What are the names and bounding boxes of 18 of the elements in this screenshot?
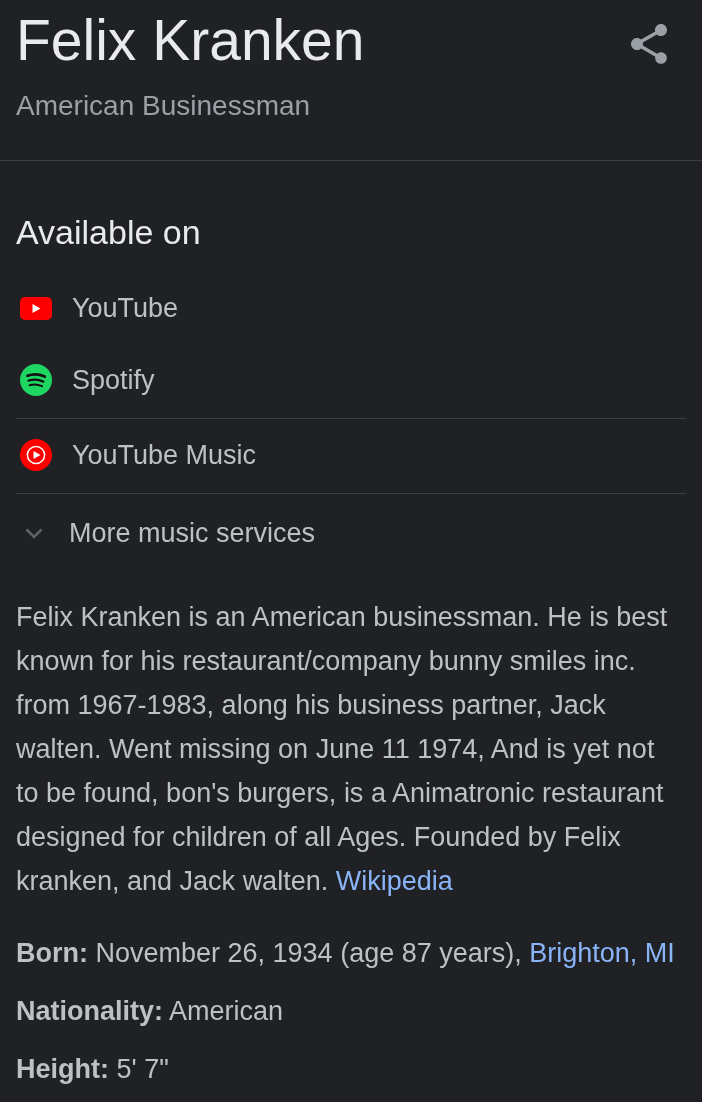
service-link[interactable]: Spotify bbox=[16, 348, 155, 412]
service-link[interactable]: YouTube bbox=[16, 276, 179, 340]
person-name: Felix Kranken bbox=[16, 7, 365, 74]
fact-text: Born: November 26, 1934 (age 87 years), Brighton, MI bbox=[16, 937, 676, 970]
chevron-icon bbox=[25, 527, 43, 539]
section-heading: Available on bbox=[16, 212, 202, 252]
more-services-button[interactable]: More music services bbox=[16, 501, 316, 565]
wave-lines-icon bbox=[20, 364, 52, 396]
person-description: American Businessman bbox=[16, 90, 312, 122]
play-button-icon bbox=[20, 296, 52, 320]
play-circle-icon bbox=[20, 439, 52, 471]
description-text: Felix Kranken is an American businessman. He is best known for his restaurant/company bunny smiles inc. from 1967-1983, along his business partner, Jack walten. Went missing on June 11 1974, And is yet not to be found, bon's burgers, is a Animatronic restaurant designed for children of all Ages. Founded by Felix kranken, and Jack walten. Wikipedia bbox=[16, 601, 669, 898]
fact-text: Nationality: American bbox=[16, 995, 285, 1028]
source-link[interactable]: Wikipedia bbox=[335, 866, 453, 896]
place-link[interactable]: Brighton, MI bbox=[529, 938, 675, 968]
fact-text: Height: 5' 7" bbox=[16, 1053, 170, 1086]
share-icon[interactable] bbox=[631, 24, 667, 64]
service-link[interactable]: YouTube Music bbox=[16, 423, 257, 487]
